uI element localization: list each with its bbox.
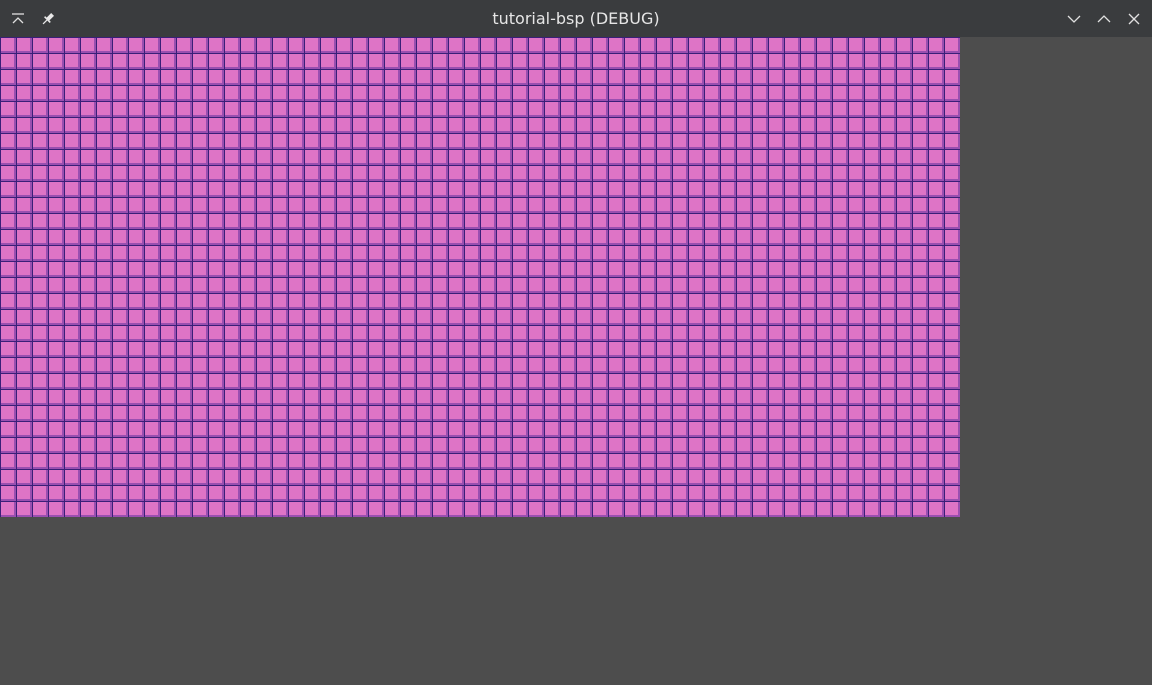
pin-button[interactable] [33, 0, 63, 37]
close-button[interactable] [1119, 0, 1149, 37]
close-icon [1126, 11, 1142, 27]
pin-icon [40, 11, 56, 27]
keep-above-button[interactable] [3, 0, 33, 37]
minimize-icon [1066, 11, 1082, 27]
window-title: tutorial-bsp (DEBUG) [492, 9, 660, 28]
maximize-icon [1096, 11, 1112, 27]
game-viewport[interactable] [0, 37, 1152, 685]
tilemap-grid [0, 37, 960, 517]
keep-above-icon [10, 11, 26, 27]
window-titlebar[interactable]: tutorial-bsp (DEBUG) [0, 0, 1152, 37]
minimize-button[interactable] [1059, 0, 1089, 37]
maximize-button[interactable] [1089, 0, 1119, 37]
